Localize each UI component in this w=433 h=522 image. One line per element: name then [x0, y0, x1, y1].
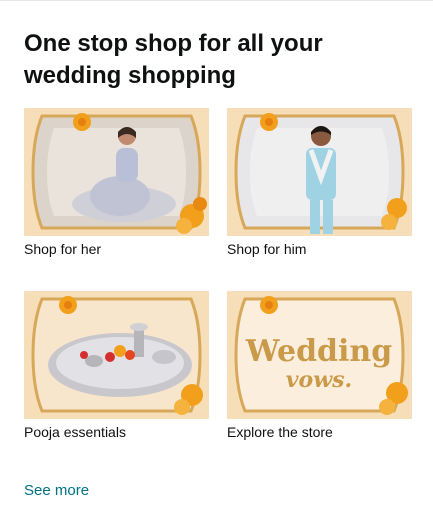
shop-for-him-image[interactable] — [227, 108, 412, 236]
wedding-vows-graphic: Wedding vows. — [227, 291, 412, 419]
man-in-sherwani-photo — [227, 108, 412, 236]
explore-the-store-image[interactable]: Wedding vows. — [227, 291, 412, 419]
wedding-text: Wedding — [245, 334, 392, 369]
pooja-essentials-image[interactable] — [24, 291, 209, 419]
woman-in-lehenga-photo — [24, 108, 209, 236]
tile-label[interactable]: Shop for him — [227, 239, 412, 259]
card-title: One stop shop for all your wedding shopp… — [24, 30, 323, 89]
tile-shop-for-her[interactable]: Shop for her — [24, 108, 209, 259]
vows-text: vows. — [286, 367, 352, 393]
tile-label[interactable]: Pooja essentials — [24, 422, 209, 442]
tile-pooja-essentials[interactable]: Pooja essentials — [24, 291, 209, 442]
silver-pooja-thali-photo — [24, 291, 209, 419]
see-more-link[interactable]: See more — [24, 481, 89, 501]
shop-for-her-image[interactable] — [24, 108, 209, 236]
tile-label[interactable]: Explore the store — [227, 422, 412, 442]
tile-shop-for-him[interactable]: Shop for him — [227, 108, 412, 259]
tile-label[interactable]: Shop for her — [24, 239, 209, 259]
wedding-shopping-card: One stop shop for all your wedding shopp… — [0, 0, 433, 522]
tile-explore-the-store[interactable]: Wedding vows. Explore the store — [227, 291, 412, 442]
